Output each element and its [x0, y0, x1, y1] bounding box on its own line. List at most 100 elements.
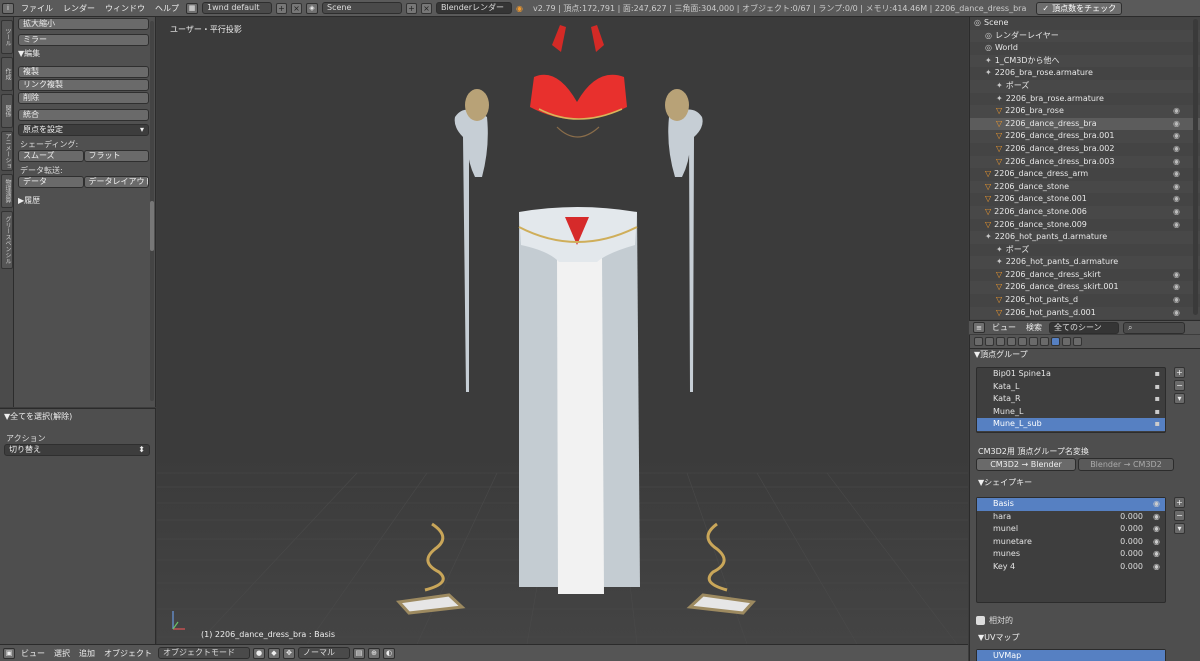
outliner-row[interactable]: ▽ 2206_dance_stone.009 ◉: [970, 219, 1200, 232]
menu-add[interactable]: 追加: [76, 648, 98, 659]
outliner-row[interactable]: ✦ 2206_bra_rose.armature: [970, 93, 1200, 106]
manipulator-icon[interactable]: ✥: [283, 647, 295, 659]
outliner-row[interactable]: ▽ 2206_dance_stone.006 ◉: [970, 205, 1200, 219]
mode-dropdown[interactable]: オブジェクトモード: [158, 647, 250, 659]
add-layout-button[interactable]: +: [276, 2, 287, 14]
mute-toggle-icon[interactable]: ◉: [1153, 498, 1160, 511]
vertex-group-item[interactable]: Kata_L ▪: [977, 381, 1165, 394]
shade-flat-button[interactable]: フラット: [83, 150, 149, 162]
transform-orientation-dropdown[interactable]: ノーマル: [298, 647, 350, 659]
outliner-row[interactable]: ▽ 2206_dance_dress_skirt.001 ◉: [970, 281, 1200, 295]
tool-shelf-scrollbar[interactable]: [150, 21, 154, 401]
mute-toggle-icon[interactable]: ◉: [1153, 523, 1160, 536]
uv-map-item[interactable]: UVMap: [977, 650, 1165, 661]
shape-key-item[interactable]: munel 0.000 ◉: [977, 523, 1165, 536]
visibility-icon[interactable]: ◉: [1173, 193, 1180, 206]
menu-help[interactable]: ヘルプ: [152, 3, 182, 14]
shape-key-item[interactable]: hara 0.000 ◉: [977, 511, 1165, 524]
shape-key-item[interactable]: Basis ◉: [977, 498, 1165, 511]
outliner-row[interactable]: ▽ 2206_hot_pants_d ◉: [970, 294, 1200, 307]
texture-tab-icon[interactable]: [1073, 337, 1082, 346]
cm3d2-to-blender-button[interactable]: CM3D2 → Blender: [976, 458, 1076, 471]
duplicate-linked-button[interactable]: リンク複製: [18, 79, 149, 91]
outliner-scrollbar[interactable]: [1193, 19, 1198, 315]
shape-key-value[interactable]: 0.000: [1120, 536, 1143, 549]
outliner-row[interactable]: ◎ World: [970, 42, 1200, 55]
outliner-row[interactable]: ▽ 2206_dance_stone.001 ◉: [970, 193, 1200, 206]
editor-type-icon[interactable]: ▣: [3, 647, 15, 659]
data-transfer-button[interactable]: データ: [18, 176, 84, 188]
shape-key-specials-button[interactable]: ▾: [1174, 523, 1185, 534]
visibility-icon[interactable]: ◉: [1173, 281, 1180, 294]
visibility-icon[interactable]: ◉: [1173, 219, 1180, 232]
lock-icon[interactable]: ▪: [1155, 393, 1160, 406]
tab-create[interactable]: 作成: [1, 57, 13, 91]
outliner-search-input[interactable]: ⌕: [1123, 321, 1185, 334]
lock-icon[interactable]: ▪: [1155, 418, 1160, 431]
shape-key-item[interactable]: munes 0.000 ◉: [977, 548, 1165, 561]
material-tab-icon[interactable]: [1062, 337, 1071, 346]
visibility-icon[interactable]: ◉: [1173, 143, 1180, 156]
screen-layout-field[interactable]: 1wnd default: [202, 2, 272, 14]
shape-key-value[interactable]: 0.000: [1120, 523, 1143, 536]
layers-icon[interactable]: ▤: [353, 647, 365, 659]
visibility-icon[interactable]: ◉: [1173, 168, 1180, 181]
info-editor-icon[interactable]: i: [2, 2, 14, 14]
menu-view[interactable]: ビュー: [18, 648, 48, 659]
remove-layout-button[interactable]: ×: [291, 2, 302, 14]
action-dropdown[interactable]: 切り替え ⬍: [4, 444, 150, 456]
tab-relations[interactable]: 関係: [1, 94, 13, 128]
mirror-button[interactable]: ミラー: [18, 34, 149, 46]
outliner-menu-view[interactable]: ビュー: [989, 322, 1019, 333]
pivot-icon[interactable]: ◆: [268, 647, 280, 659]
scene-icon[interactable]: ◈: [306, 2, 318, 14]
render-icon[interactable]: ◐: [383, 647, 395, 659]
vertex-group-item[interactable]: Bip01 Spine1a ▪: [977, 368, 1165, 381]
outliner-row[interactable]: ▽ 2206_dance_dress_bra.003 ◉: [970, 155, 1200, 169]
tab-grease-pencil[interactable]: グリースペンシル: [1, 211, 13, 269]
operator-panel-header[interactable]: ▼全てを選択(解除): [4, 411, 151, 423]
check-vertex-count-button[interactable]: ✓ 頂点数をチェック: [1036, 1, 1123, 15]
add-shape-key-button[interactable]: +: [1174, 497, 1185, 508]
shade-smooth-button[interactable]: スムーズ: [18, 150, 84, 162]
menu-file[interactable]: ファイル: [18, 3, 56, 14]
outliner-row[interactable]: ▽ 2206_dance_dress_bra.001 ◉: [970, 130, 1200, 143]
mute-toggle-icon[interactable]: ◉: [1153, 561, 1160, 574]
layout-icon[interactable]: ▦: [186, 2, 198, 14]
right-arm-sleeve[interactable]: [668, 109, 703, 393]
outliner-row[interactable]: ▽ 2206_dance_dress_bra ◉: [970, 117, 1200, 131]
vertex-group-item[interactable]: Mune_L_sub ▪: [977, 418, 1165, 431]
uv-maps-header[interactable]: ▼UVマップ: [974, 632, 1019, 644]
mute-toggle-icon[interactable]: ◉: [1153, 548, 1160, 561]
tab-animation[interactable]: アニメーション: [1, 131, 13, 171]
outliner-display-dropdown[interactable]: 全てのシーン: [1049, 321, 1119, 334]
edit-panel-header[interactable]: ▼編集: [18, 48, 149, 60]
visibility-icon[interactable]: ◉: [1173, 181, 1180, 194]
scale-button[interactable]: 拡大縮小: [18, 18, 149, 30]
history-panel-header[interactable]: ▶履歴: [18, 195, 149, 207]
menu-render[interactable]: レンダー: [60, 3, 98, 14]
shape-key-value[interactable]: 0.000: [1120, 548, 1143, 561]
left-arm-sleeve[interactable]: [454, 109, 488, 393]
visibility-icon[interactable]: ◉: [1173, 130, 1180, 143]
vertex-group-specials-button[interactable]: ▾: [1174, 393, 1185, 404]
shape-key-item[interactable]: munetare 0.000 ◉: [977, 536, 1165, 549]
shape-key-value[interactable]: 0.000: [1120, 561, 1143, 574]
world-tab-icon[interactable]: [1007, 337, 1016, 346]
outliner-row[interactable]: ▽ 2206_bra_rose ◉: [970, 105, 1200, 118]
menu-window[interactable]: ウィンドウ: [102, 3, 148, 14]
visibility-icon[interactable]: ◉: [1173, 206, 1180, 219]
set-origin-dropdown[interactable]: 原点を設定 ▾: [18, 124, 149, 136]
3d-viewport[interactable]: ユーザー・平行投影 (1) 2206_dance_dress_bra : Bas…: [157, 17, 968, 644]
visibility-icon[interactable]: ◉: [1173, 269, 1180, 282]
join-button[interactable]: 統合: [18, 109, 149, 121]
lock-icon[interactable]: ▪: [1155, 406, 1160, 419]
vertex-group-item[interactable]: Mune_L ▪: [977, 406, 1165, 419]
mute-toggle-icon[interactable]: ◉: [1153, 536, 1160, 549]
relative-checkbox-row[interactable]: 相対的: [976, 615, 1013, 626]
outliner-row[interactable]: ✦ 2206_hot_pants_d.armature: [970, 231, 1200, 244]
outliner-row[interactable]: ✦ ポーズ: [970, 79, 1200, 93]
outliner-row[interactable]: ◎ Scene: [970, 17, 1200, 30]
visibility-icon[interactable]: ◉: [1173, 156, 1180, 169]
visibility-icon[interactable]: ◉: [1173, 294, 1180, 307]
